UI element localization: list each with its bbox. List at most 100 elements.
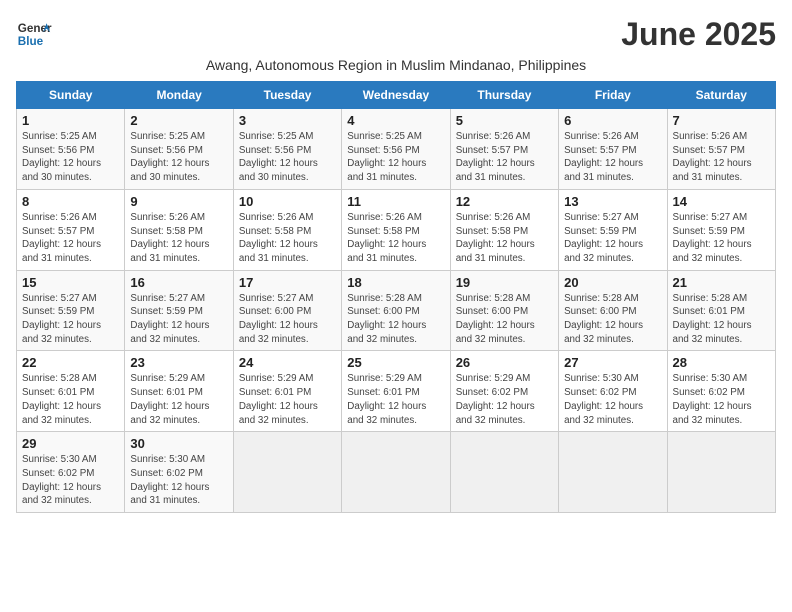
weekday-header: Tuesday <box>233 82 341 109</box>
calendar-cell: 5 Sunrise: 5:26 AM Sunset: 5:57 PM Daylig… <box>450 109 558 190</box>
day-info: Sunrise: 5:26 AM Sunset: 5:58 PM Dayligh… <box>347 211 444 266</box>
day-info: Sunrise: 5:29 AM Sunset: 6:02 PM Dayligh… <box>456 372 553 427</box>
day-info: Sunrise: 5:26 AM Sunset: 5:57 PM Dayligh… <box>564 130 661 185</box>
day-number: 24 <box>239 355 336 370</box>
day-number: 2 <box>130 113 227 128</box>
weekday-header: Saturday <box>667 82 775 109</box>
day-info: Sunrise: 5:25 AM Sunset: 5:56 PM Dayligh… <box>22 130 119 185</box>
weekday-header: Friday <box>559 82 667 109</box>
day-number: 27 <box>564 355 661 370</box>
day-info: Sunrise: 5:28 AM Sunset: 6:00 PM Dayligh… <box>456 292 553 347</box>
calendar-cell: 11 Sunrise: 5:26 AM Sunset: 5:58 PM Dayli… <box>342 189 450 270</box>
day-info: Sunrise: 5:25 AM Sunset: 5:56 PM Dayligh… <box>130 130 227 185</box>
calendar-cell: 4 Sunrise: 5:25 AM Sunset: 5:56 PM Daylig… <box>342 109 450 190</box>
calendar-cell <box>667 432 775 513</box>
day-number: 29 <box>22 436 119 451</box>
day-number: 15 <box>22 275 119 290</box>
day-number: 8 <box>22 194 119 209</box>
header: General Blue June 2025 <box>16 16 776 53</box>
day-info: Sunrise: 5:28 AM Sunset: 6:01 PM Dayligh… <box>673 292 770 347</box>
day-number: 17 <box>239 275 336 290</box>
day-number: 4 <box>347 113 444 128</box>
day-number: 30 <box>130 436 227 451</box>
calendar-cell: 9Sunrise: 5:26 AM Sunset: 5:58 PM Daylig… <box>125 189 233 270</box>
day-number: 1 <box>22 113 119 128</box>
calendar-cell: 6 Sunrise: 5:26 AM Sunset: 5:57 PM Daylig… <box>559 109 667 190</box>
day-info: Sunrise: 5:27 AM Sunset: 6:00 PM Dayligh… <box>239 292 336 347</box>
day-info: Sunrise: 5:26 AM Sunset: 5:57 PM Dayligh… <box>22 211 119 266</box>
calendar-cell: 26 Sunrise: 5:29 AM Sunset: 6:02 PM Dayli… <box>450 351 558 432</box>
calendar-cell <box>342 432 450 513</box>
calendar-cell <box>450 432 558 513</box>
calendar-cell: 1 Sunrise: 5:25 AM Sunset: 5:56 PM Daylig… <box>17 109 125 190</box>
day-number: 12 <box>456 194 553 209</box>
logo: General Blue <box>16 16 52 52</box>
calendar-cell: 22 Sunrise: 5:28 AM Sunset: 6:01 PM Dayli… <box>17 351 125 432</box>
day-number: 11 <box>347 194 444 209</box>
day-number: 20 <box>564 275 661 290</box>
calendar-cell: 29 Sunrise: 5:30 AM Sunset: 6:02 PM Dayli… <box>17 432 125 513</box>
day-number: 6 <box>564 113 661 128</box>
calendar-cell: 14 Sunrise: 5:27 AM Sunset: 5:59 PM Dayli… <box>667 189 775 270</box>
day-info: Sunrise: 5:30 AM Sunset: 6:02 PM Dayligh… <box>564 372 661 427</box>
calendar-cell: 28 Sunrise: 5:30 AM Sunset: 6:02 PM Dayli… <box>667 351 775 432</box>
day-info: Sunrise: 5:28 AM Sunset: 6:00 PM Dayligh… <box>564 292 661 347</box>
day-info: Sunrise: 5:29 AM Sunset: 6:01 PM Dayligh… <box>130 372 227 427</box>
day-info: Sunrise: 5:25 AM Sunset: 5:56 PM Dayligh… <box>239 130 336 185</box>
day-info: Sunrise: 5:28 AM Sunset: 6:00 PM Dayligh… <box>347 292 444 347</box>
calendar-cell <box>559 432 667 513</box>
day-number: 26 <box>456 355 553 370</box>
day-number: 13 <box>564 194 661 209</box>
calendar-cell <box>233 432 341 513</box>
day-info: Sunrise: 5:26 AM Sunset: 5:58 PM Dayligh… <box>239 211 336 266</box>
day-info: Sunrise: 5:27 AM Sunset: 5:59 PM Dayligh… <box>22 292 119 347</box>
day-number: 23 <box>130 355 227 370</box>
weekday-header: Thursday <box>450 82 558 109</box>
calendar-header: SundayMondayTuesdayWednesdayThursdayFrid… <box>17 82 776 109</box>
day-info: Sunrise: 5:30 AM Sunset: 6:02 PM Dayligh… <box>673 372 770 427</box>
day-info: Sunrise: 5:26 AM Sunset: 5:57 PM Dayligh… <box>456 130 553 185</box>
calendar-cell: 27 Sunrise: 5:30 AM Sunset: 6:02 PM Dayli… <box>559 351 667 432</box>
day-info: Sunrise: 5:26 AM Sunset: 5:58 PM Dayligh… <box>456 211 553 266</box>
day-info: Sunrise: 5:30 AM Sunset: 6:02 PM Dayligh… <box>22 453 119 508</box>
calendar-cell: 20 Sunrise: 5:28 AM Sunset: 6:00 PM Dayli… <box>559 270 667 351</box>
weekday-header: Wednesday <box>342 82 450 109</box>
day-number: 22 <box>22 355 119 370</box>
day-info: Sunrise: 5:27 AM Sunset: 5:59 PM Dayligh… <box>673 211 770 266</box>
calendar-cell: 16 Sunrise: 5:27 AM Sunset: 5:59 PM Dayli… <box>125 270 233 351</box>
weekday-header: Sunday <box>17 82 125 109</box>
day-info: Sunrise: 5:27 AM Sunset: 5:59 PM Dayligh… <box>130 292 227 347</box>
calendar-cell: 18 Sunrise: 5:28 AM Sunset: 6:00 PM Dayli… <box>342 270 450 351</box>
subtitle: Awang, Autonomous Region in Muslim Minda… <box>16 57 776 73</box>
calendar-cell: 17 Sunrise: 5:27 AM Sunset: 6:00 PM Dayli… <box>233 270 341 351</box>
day-info: Sunrise: 5:29 AM Sunset: 6:01 PM Dayligh… <box>239 372 336 427</box>
day-number: 16 <box>130 275 227 290</box>
day-info: Sunrise: 5:27 AM Sunset: 5:59 PM Dayligh… <box>564 211 661 266</box>
month-title: June 2025 <box>621 16 776 53</box>
calendar-cell: 15 Sunrise: 5:27 AM Sunset: 5:59 PM Dayli… <box>17 270 125 351</box>
day-info: Sunrise: 5:29 AM Sunset: 6:01 PM Dayligh… <box>347 372 444 427</box>
day-number: 18 <box>347 275 444 290</box>
day-number: 5 <box>456 113 553 128</box>
day-info: Sunrise: 5:28 AM Sunset: 6:01 PM Dayligh… <box>22 372 119 427</box>
day-number: 14 <box>673 194 770 209</box>
calendar-cell: 3 Sunrise: 5:25 AM Sunset: 5:56 PM Daylig… <box>233 109 341 190</box>
svg-text:Blue: Blue <box>18 35 44 48</box>
day-number: 21 <box>673 275 770 290</box>
calendar-cell: 23 Sunrise: 5:29 AM Sunset: 6:01 PM Dayli… <box>125 351 233 432</box>
calendar-cell: 30Sunrise: 5:30 AM Sunset: 6:02 PM Dayli… <box>125 432 233 513</box>
calendar-cell: 21 Sunrise: 5:28 AM Sunset: 6:01 PM Dayli… <box>667 270 775 351</box>
day-info: Sunrise: 5:25 AM Sunset: 5:56 PM Dayligh… <box>347 130 444 185</box>
calendar-cell: 7Sunrise: 5:26 AM Sunset: 5:57 PM Daylig… <box>667 109 775 190</box>
day-number: 3 <box>239 113 336 128</box>
day-number: 19 <box>456 275 553 290</box>
calendar-cell: 8 Sunrise: 5:26 AM Sunset: 5:57 PM Daylig… <box>17 189 125 270</box>
day-number: 28 <box>673 355 770 370</box>
day-number: 25 <box>347 355 444 370</box>
weekday-header: Monday <box>125 82 233 109</box>
day-number: 9 <box>130 194 227 209</box>
calendar-cell: 19 Sunrise: 5:28 AM Sunset: 6:00 PM Dayli… <box>450 270 558 351</box>
calendar-cell: 25 Sunrise: 5:29 AM Sunset: 6:01 PM Dayli… <box>342 351 450 432</box>
calendar-cell: 13 Sunrise: 5:27 AM Sunset: 5:59 PM Dayli… <box>559 189 667 270</box>
day-info: Sunrise: 5:26 AM Sunset: 5:57 PM Dayligh… <box>673 130 770 185</box>
